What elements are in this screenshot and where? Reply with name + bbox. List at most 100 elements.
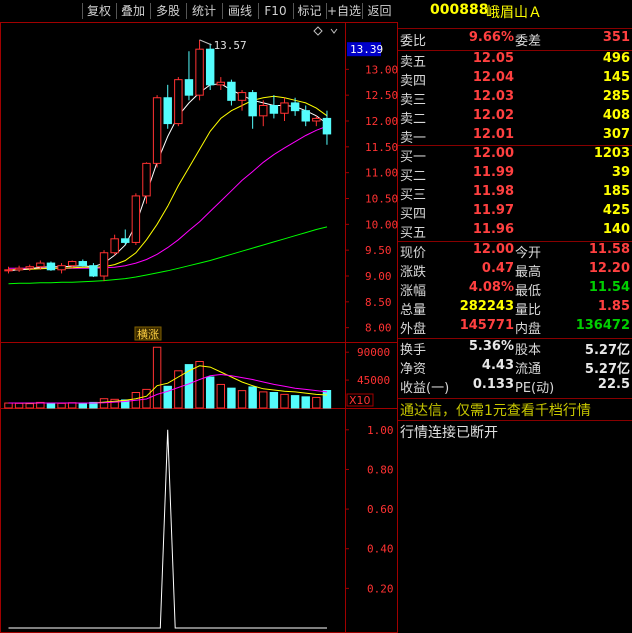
bid-level-volume: 39 [611, 165, 630, 180]
quote-stat-value: 282243 [459, 299, 514, 314]
order-ratio-label: 委比 [400, 34, 427, 49]
fundamental-stat-label: 换手 [400, 343, 427, 358]
price-axis-label: 13.00 [365, 63, 398, 76]
candle-body [290, 102, 300, 112]
fundamental-stat-label: 净资 [400, 362, 427, 377]
price-axis-label: 12.50 [365, 89, 398, 102]
stock-header: 000888 峨眉山Ａ [398, 2, 632, 24]
ask-level-row: 卖三 12.03 285 [398, 89, 632, 109]
bid-level-price: 12.00 [472, 146, 514, 161]
promo-notice[interactable]: 通达信，仅需1元查看千档行情 [400, 400, 591, 420]
candle-body [121, 238, 130, 243]
volume-bar [290, 395, 300, 409]
bid-level-volume: 185 [602, 184, 630, 199]
volume-bar [174, 370, 183, 409]
volume-bar [57, 402, 66, 409]
volume-bar [78, 403, 88, 409]
volume-bar [163, 385, 172, 409]
connection-row: 行情连接已断开 [398, 422, 632, 442]
bid-level-label: 买五 [400, 226, 427, 241]
candle-body [57, 265, 66, 271]
quote-stat-label: 涨跌 [400, 265, 427, 280]
quote-stat-value: 145771 [459, 318, 514, 333]
fundamental-stat-value: 5.27亿 [584, 362, 630, 377]
last-price-tag: 13.39 [350, 43, 383, 56]
price-axis-label: 9.50 [365, 244, 392, 257]
bid-level-label: 买一 [400, 150, 427, 165]
bid-level-volume: 1203 [593, 146, 630, 161]
quote-panel: 000888 峨眉山Ａ 委比 9.66% 委差 351 卖五 12.05 496 卖四… [398, 0, 632, 633]
volume-axis-label: 45000 [357, 374, 390, 387]
fundamental-stat-value: 0.133 [472, 377, 514, 392]
ask-level-label: 卖五 [400, 55, 427, 70]
fundamental-stat-label: 流通 [515, 362, 542, 377]
chart-frame [0, 22, 398, 633]
volume-bar [248, 386, 257, 409]
volume-axis-label: 90000 [357, 346, 390, 359]
volume-bar [99, 398, 109, 409]
volume-bar [259, 391, 268, 409]
event-badge[interactable]: 横涨 [137, 327, 159, 341]
candle-body [184, 79, 194, 96]
volume-bar [152, 346, 162, 409]
fundamental-stat-row: 收益(一) 0.133 PE(动) 22.5 [398, 377, 632, 397]
ask-level-row: 卖二 12.02 408 [398, 108, 632, 128]
volume-bar [301, 396, 310, 409]
notice-row[interactable]: 通达信，仅需1元查看千档行情 [398, 400, 632, 420]
ask-level-price: 12.03 [472, 89, 514, 104]
ask-level-volume: 145 [602, 70, 630, 85]
volume-bar [46, 402, 56, 409]
bid-level-row: 买四 11.97 425 [398, 203, 632, 223]
ask-level-row: 卖五 12.05 496 [398, 51, 632, 71]
order-ratio-row: 委比 9.66% 委差 351 [398, 30, 632, 50]
quote-stat-label: 最低 [515, 284, 542, 299]
volume-bar [14, 402, 24, 409]
bid-level-price: 11.99 [472, 165, 514, 180]
kline-chart-area[interactable]: 13.00 12.50 12.00 11.50 11.00 10.50 10.00 9.50 9… [0, 0, 398, 633]
fundamental-stat-value: 5.27亿 [584, 343, 630, 358]
volume-unit-label: X10 [349, 394, 371, 407]
stock-name: 峨眉山Ａ [486, 5, 542, 21]
fundamental-stat-label: PE(动) [515, 381, 555, 396]
candle-body [269, 105, 279, 114]
quote-stat-label: 现价 [400, 246, 427, 261]
ask-level-price: 12.01 [472, 127, 514, 142]
ask-level-volume: 307 [602, 127, 630, 142]
volume-bar [67, 402, 77, 409]
ask-level-volume: 285 [602, 89, 630, 104]
quote-stat-value: 0.47 [481, 261, 514, 276]
fundamental-stat-row: 净资 4.43 流通 5.27亿 [398, 358, 632, 378]
volume-bar [312, 396, 321, 409]
price-axis-label: 11.00 [365, 167, 398, 180]
bid-level-price: 11.96 [472, 222, 514, 237]
candle-body [78, 261, 88, 267]
quote-stat-label: 涨幅 [400, 284, 427, 299]
candle-body [259, 105, 268, 117]
indicator-axis-label: 0.20 [367, 582, 394, 595]
diamond-icon[interactable] [313, 26, 323, 36]
candle-body [312, 117, 321, 122]
volume-bar [216, 383, 226, 409]
quote-stat-row: 涨幅 4.08% 最低 11.54 [398, 280, 632, 300]
indicator-line [8, 429, 327, 629]
candle-body [67, 261, 77, 267]
fundamental-stat-label: 股本 [515, 343, 542, 358]
ask-level-label: 卖一 [400, 131, 427, 146]
volume-bar [269, 392, 279, 409]
ask-level-label: 卖四 [400, 74, 427, 89]
candle-body [280, 102, 289, 114]
volume-bar [280, 393, 289, 409]
candle-body [301, 110, 310, 122]
bid-level-row: 买一 12.00 1203 [398, 146, 632, 166]
indicator-axis-label: 0.40 [367, 543, 394, 556]
ask-level-price: 12.02 [472, 108, 514, 123]
candle-body [89, 265, 98, 277]
candle-body [195, 48, 204, 96]
chevron-down-icon[interactable] [330, 28, 338, 34]
price-axis-label: 8.00 [365, 322, 392, 335]
quote-stat-label: 外盘 [400, 322, 427, 337]
candle-body [237, 92, 247, 101]
divider [398, 398, 632, 399]
candle-body [110, 238, 119, 254]
price-axis-label: 10.50 [365, 193, 398, 206]
